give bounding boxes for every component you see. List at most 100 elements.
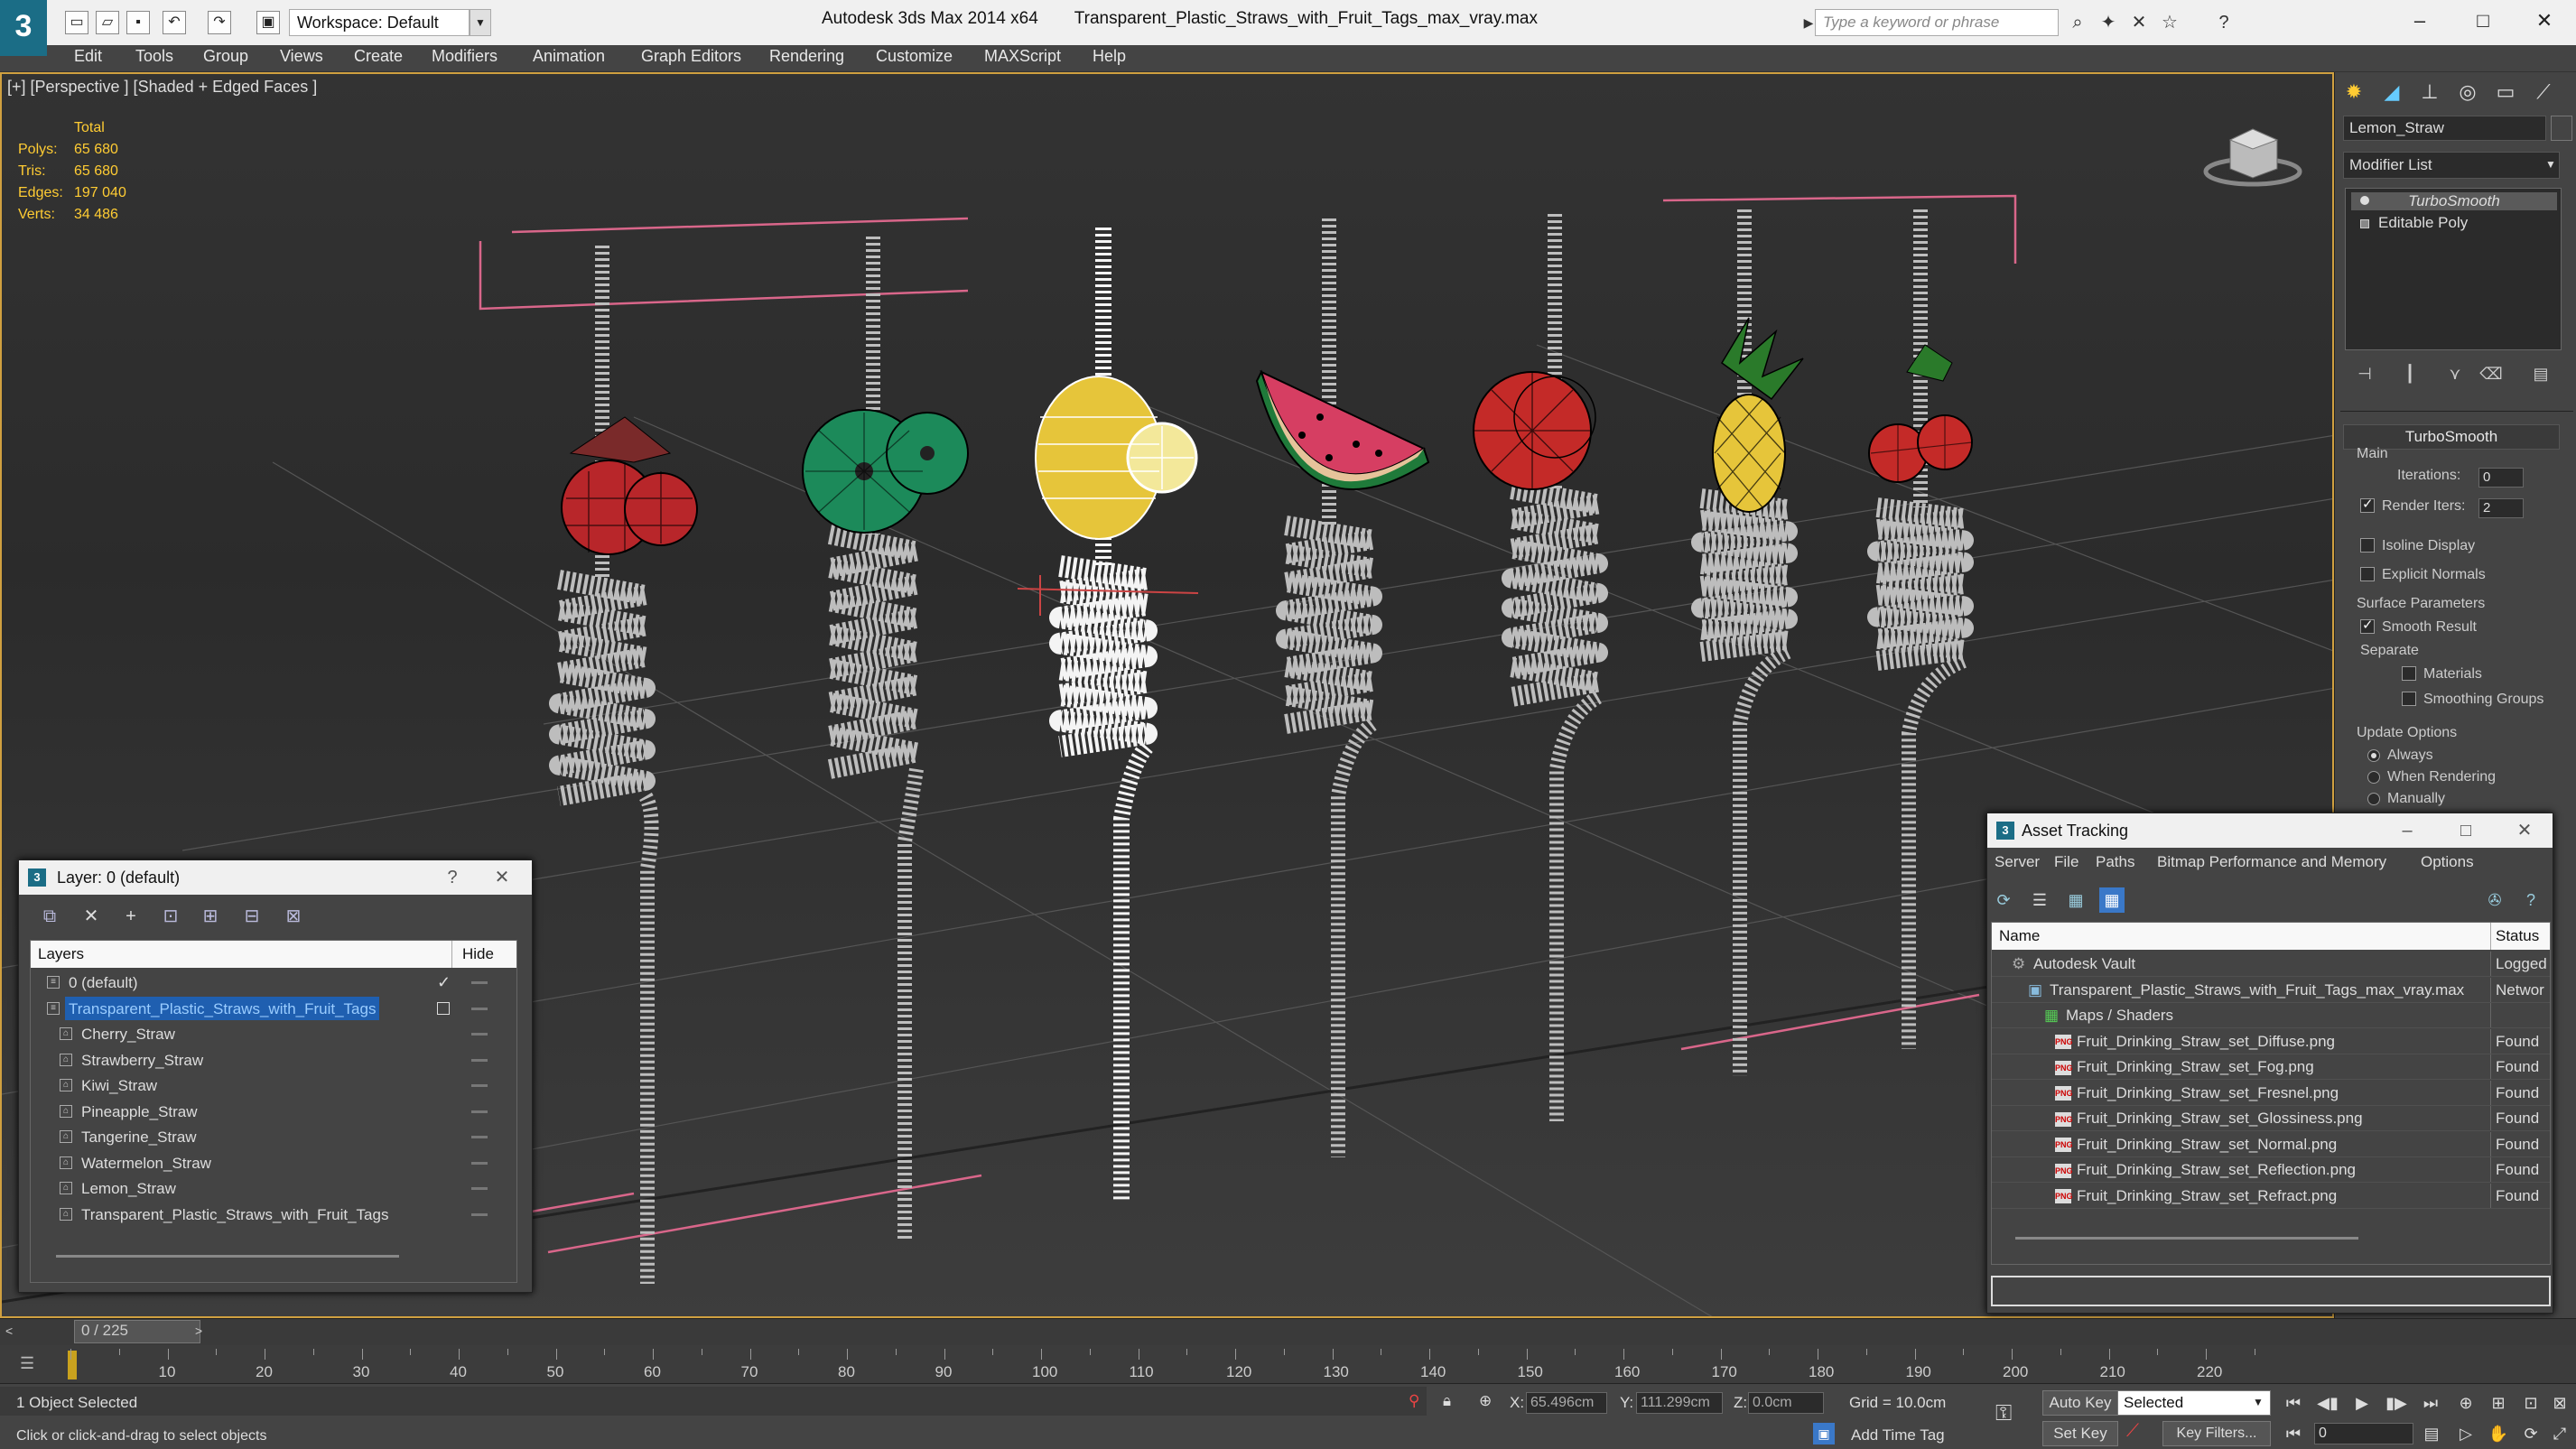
go-to-start-icon[interactable]: ⏮	[2280, 1390, 2307, 1416]
stack-item-turbosmooth[interactable]: TurboSmooth	[2351, 192, 2557, 210]
chevron-down-icon[interactable]: ▼	[2542, 152, 2560, 179]
materials-checkbox[interactable]	[2402, 665, 2416, 681]
column-layers[interactable]: Layers	[38, 941, 84, 968]
track-bar[interactable]	[0, 1345, 2576, 1383]
lemon-tag[interactable]	[1035, 376, 1198, 540]
asset-row[interactable]: ▦ Maps / Shaders	[1992, 1003, 2550, 1028]
smoothing-groups-row[interactable]: Smoothing Groups	[2402, 691, 2543, 708]
hide-toggle[interactable]	[471, 1187, 488, 1190]
asset-menu-paths[interactable]: Paths	[2096, 853, 2134, 871]
help-icon[interactable]: ?	[2212, 11, 2236, 34]
mini-curve-editor-icon[interactable]: ☰	[20, 1354, 47, 1378]
hide-toggle[interactable]	[471, 1110, 488, 1113]
selection-lock-icon[interactable]: 🔒︎	[1443, 1392, 1451, 1410]
set-key-button[interactable]: Set Key	[2042, 1421, 2118, 1446]
y-coordinate-field[interactable]: 111.299cm	[1636, 1392, 1723, 1414]
isolate-selection-icon[interactable]: ⚲	[1409, 1392, 1419, 1410]
x-coordinate-field[interactable]: 65.496cm	[1526, 1392, 1607, 1414]
layer-row[interactable]: ≡ 0 (default) ✓	[31, 970, 516, 995]
freeze-all-layers-icon[interactable]: ⊠	[281, 904, 306, 929]
set-current-layer-box[interactable]	[437, 1001, 450, 1015]
help-button[interactable]: ?	[439, 860, 466, 895]
list-view-icon[interactable]: ☰	[2027, 887, 2052, 913]
asset-row[interactable]: ▣ Transparent_Plastic_Straws_with_Fruit_T…	[1992, 977, 2550, 1003]
column-hide[interactable]: Hide	[462, 941, 494, 968]
kiwi-straw[interactable]	[820, 237, 926, 1239]
save-file-icon[interactable]: ▪	[126, 11, 150, 34]
layer-row[interactable]: ⌂ Lemon_Straw	[31, 1175, 516, 1201]
asset-row[interactable]: ⚙ Autodesk Vault Logged	[1992, 952, 2550, 977]
viewcube-icon[interactable]	[2203, 122, 2302, 190]
close-dialog-button[interactable]: ✕	[2502, 813, 2547, 848]
layer-row[interactable]: ⌂ Tangerine_Straw	[31, 1124, 516, 1149]
menu-customize[interactable]: Customize	[876, 47, 953, 66]
add-to-layer-icon[interactable]: +	[118, 904, 144, 929]
current-frame-field[interactable]: 0	[2314, 1423, 2413, 1444]
horizontal-scrollbar[interactable]	[56, 1255, 399, 1258]
asset-table[interactable]: Name Status ⚙ Autodesk Vault Logged ▣ Transp…	[1991, 922, 2551, 1265]
create-layer-icon[interactable]: ⧉	[37, 904, 62, 929]
render-iters-checkbox[interactable]	[2360, 496, 2375, 513]
go-to-end-icon[interactable]: ⏭	[2417, 1390, 2444, 1416]
refresh-icon[interactable]: ⟳	[1991, 887, 2016, 913]
watermelon-straw[interactable]	[1276, 218, 1382, 1157]
display-tab-icon[interactable]: ▭	[2488, 76, 2523, 108]
current-layer-check-icon[interactable]: ✓	[437, 970, 451, 995]
update-always-radio[interactable]	[2367, 748, 2380, 762]
communication-icon[interactable]: ✕	[2127, 11, 2151, 34]
new-file-icon[interactable]: ▭	[65, 11, 88, 34]
layer-row[interactable]: ⌂ Transparent_Plastic_Straws_with_Fruit_T…	[31, 1202, 516, 1227]
hide-toggle[interactable]	[471, 1033, 488, 1036]
hide-toggle[interactable]	[471, 981, 488, 984]
render-iters-row[interactable]: Render Iters:	[2360, 496, 2465, 515]
asset-menu-bitmap[interactable]: Bitmap Performance and Memory	[2157, 853, 2386, 871]
tangerine-straw[interactable]	[1502, 214, 1608, 1121]
create-tab-icon[interactable]: ✹	[2337, 76, 2371, 108]
asset-path-field[interactable]	[1991, 1276, 2551, 1306]
key-mode-toggle-icon[interactable]: ⏮	[2280, 1421, 2307, 1446]
explicit-normals-checkbox[interactable]	[2360, 566, 2375, 581]
zoom-extents-icon[interactable]: ⊡	[2517, 1390, 2544, 1416]
remove-modifier-icon[interactable]: ⌫	[2478, 361, 2504, 386]
materials-row[interactable]: Materials	[2402, 665, 2482, 683]
menu-create[interactable]: Create	[354, 47, 403, 66]
table-view-icon[interactable]: ▦	[2099, 887, 2125, 913]
asset-row[interactable]: PNG Fruit_Drinking_Straw_set_Glossiness.p…	[1992, 1106, 2550, 1131]
update-rendering-row[interactable]: When Rendering	[2367, 769, 2496, 785]
update-manually-row[interactable]: Manually	[2367, 791, 2445, 807]
update-manually-radio[interactable]	[2367, 792, 2380, 805]
configure-sets-icon[interactable]: ▤	[2528, 361, 2553, 386]
menu-group[interactable]: Group	[203, 47, 248, 66]
isoline-checkbox[interactable]	[2360, 537, 2375, 553]
add-time-tag-button[interactable]: Add Time Tag	[1851, 1426, 1945, 1444]
next-frame-icon[interactable]: ▮▶	[2383, 1390, 2410, 1416]
next-frame-arrow-icon[interactable]: >	[195, 1324, 202, 1338]
vault-icon[interactable]: ✇	[2482, 887, 2507, 913]
bulb-icon[interactable]	[2360, 196, 2369, 205]
layer-row[interactable]: ≡ Transparent_Plastic_Straws_with_Fruit_T…	[31, 996, 516, 1021]
maximize-viewport-icon[interactable]: ⤢	[2546, 1421, 2573, 1446]
strawberry-straw[interactable]	[549, 246, 659, 1284]
hide-toggle[interactable]	[471, 1058, 488, 1062]
zoom-icon[interactable]: ⊕	[2452, 1390, 2479, 1416]
horizontal-scrollbar[interactable]	[2015, 1237, 2358, 1240]
time-slider[interactable]	[0, 1318, 2576, 1345]
redo-icon[interactable]: ↷	[208, 11, 231, 34]
zoom-all-icon[interactable]: ⊞	[2485, 1390, 2512, 1416]
menu-edit[interactable]: Edit	[74, 47, 102, 66]
time-tag-icon[interactable]: ▣	[1813, 1423, 1835, 1444]
play-icon[interactable]: ▶	[2348, 1390, 2376, 1416]
kiwi-tag[interactable]	[802, 409, 969, 534]
set-keys-icon[interactable]: ⟋	[2126, 1421, 2139, 1442]
layer-row[interactable]: ⌂ Kiwi_Straw	[31, 1073, 516, 1098]
layer-row[interactable]: ⌂ Strawberry_Straw	[31, 1047, 516, 1073]
z-coordinate-field[interactable]: 0.0cm	[1748, 1392, 1824, 1414]
smooth-result-row[interactable]: Smooth Result	[2360, 617, 2477, 636]
asset-menu-options[interactable]: Options	[2421, 853, 2474, 871]
binoculars-icon[interactable]: ⌕	[2066, 11, 2089, 34]
open-file-icon[interactable]: ▱	[96, 11, 119, 34]
asset-row[interactable]: PNG Fruit_Drinking_Straw_set_Refract.png F…	[1992, 1183, 2550, 1209]
subscription-icon[interactable]: ✦	[2097, 11, 2120, 34]
prev-frame-arrow-icon[interactable]: <	[5, 1324, 13, 1338]
key-filters-button[interactable]: Key Filters...	[2162, 1421, 2271, 1446]
